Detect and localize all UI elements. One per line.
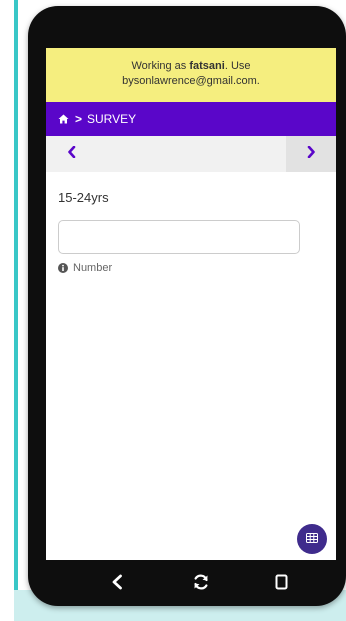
back-button[interactable]: [102, 570, 132, 598]
question-label: 15-24yrs: [58, 190, 109, 205]
home-icon[interactable]: [58, 114, 69, 124]
refresh-button[interactable]: [186, 570, 216, 598]
breadcrumb-current[interactable]: SURVEY: [87, 112, 136, 126]
grid-icon: [306, 530, 318, 548]
refresh-icon: [192, 573, 210, 596]
question-pager: [46, 136, 336, 172]
breadcrumb: > SURVEY: [46, 102, 336, 136]
recents-icon: [275, 574, 288, 595]
chevron-left-icon: [67, 145, 76, 163]
system-navigation-bar: [46, 564, 336, 604]
device-canvas: Working as fatsani. Use bysonlawrence@gm…: [0, 0, 346, 621]
back-icon: [111, 574, 123, 595]
recents-button[interactable]: [266, 570, 296, 598]
next-button[interactable]: [286, 136, 336, 172]
previous-button[interactable]: [46, 136, 96, 172]
grid-menu-button[interactable]: [297, 524, 327, 554]
banner-email: bysonlawrence@gmail.com.: [122, 75, 260, 87]
app-screen: Working as fatsani. Use bysonlawrence@gm…: [46, 48, 336, 560]
number-input[interactable]: [58, 220, 300, 254]
background-strip: [14, 0, 18, 621]
banner-prefix: Working as: [131, 60, 190, 72]
info-icon: [58, 263, 68, 273]
hint-text: Number: [73, 262, 113, 274]
user-banner: Working as fatsani. Use bysonlawrence@gm…: [46, 48, 336, 102]
chevron-right-icon: [307, 145, 316, 163]
breadcrumb-separator: >: [75, 112, 83, 126]
banner-suffix: . Use: [224, 60, 251, 72]
banner-line-1: Working as fatsani. Use: [46, 59, 336, 74]
banner-username: fatsani: [189, 60, 225, 72]
input-hint: Number: [58, 262, 112, 274]
